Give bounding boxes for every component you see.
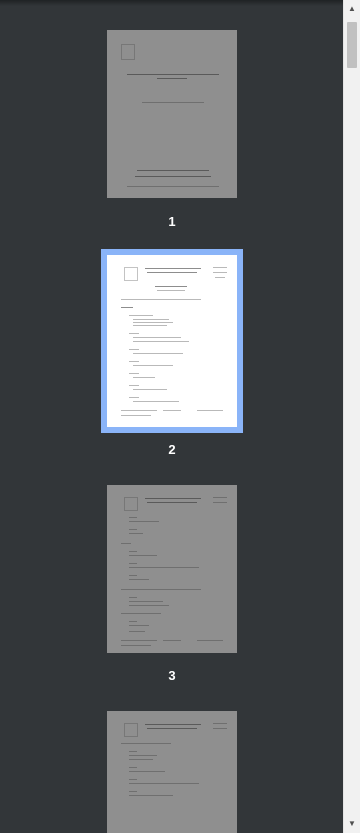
page-thumbnail-1[interactable] [107, 30, 237, 198]
page-number-label: 2 [168, 442, 176, 457]
page-thumbnail-4[interactable] [107, 711, 237, 833]
scrollbar-thumb[interactable] [347, 22, 357, 68]
thumbnail-sidebar: 1 2 3 [0, 0, 343, 833]
page-number-label: 3 [168, 668, 176, 683]
vertical-scrollbar[interactable]: ▲ ▼ [343, 0, 360, 833]
crest-logo-icon [121, 44, 135, 60]
page-thumbnail-2[interactable] [101, 249, 243, 433]
crest-logo-icon [124, 267, 138, 281]
sidebar-top-shadow [0, 0, 343, 6]
crest-logo-icon [124, 723, 138, 737]
page-thumbnail-3[interactable] [107, 485, 237, 653]
crest-logo-icon [124, 497, 138, 511]
scroll-up-arrow-icon[interactable]: ▲ [344, 2, 360, 16]
scroll-down-arrow-icon[interactable]: ▼ [344, 817, 360, 831]
page-number-label: 1 [168, 214, 176, 229]
